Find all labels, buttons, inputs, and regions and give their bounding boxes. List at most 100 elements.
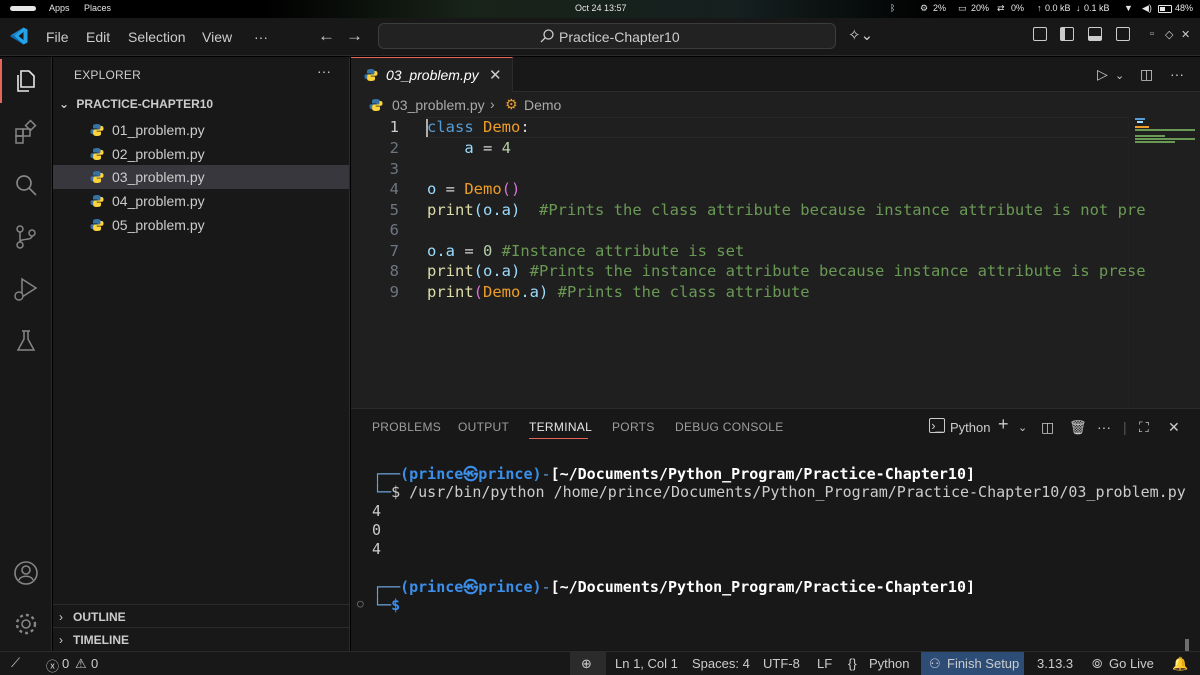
outline-section[interactable]: › OUTLINE <box>53 604 349 627</box>
tab-ports[interactable]: PORTS <box>612 420 655 434</box>
menu-view[interactable]: View <box>202 29 232 45</box>
warning-count[interactable]: 0 <box>91 656 98 671</box>
split-editor-icon[interactable]: ◫ <box>1140 66 1153 83</box>
cursor-position[interactable]: Ln 1, Col 1 <box>615 656 678 671</box>
python-version[interactable]: 3.13.3 <box>1037 656 1073 671</box>
tab-debug-console[interactable]: DEBUG CONSOLE <box>675 420 784 434</box>
tab-terminal[interactable]: TERMINAL <box>529 420 592 434</box>
close-window-icon[interactable]: ✕ <box>1181 28 1190 41</box>
minimap[interactable] <box>1128 116 1200 408</box>
error-count[interactable]: 0 <box>62 656 69 671</box>
folder-header[interactable]: ⌄ PRACTICE-CHAPTER10 <box>59 97 213 111</box>
argument: (o.a) <box>473 262 521 280</box>
chevron-right-icon: › <box>59 633 63 647</box>
customize-layout-icon[interactable] <box>1033 27 1047 41</box>
source-control-icon[interactable] <box>12 223 40 251</box>
tab-output[interactable]: OUTPUT <box>458 420 509 434</box>
editor-tab-active[interactable]: 03_problem.py ✕ <box>351 57 513 92</box>
explorer-more-button[interactable]: ··· <box>317 63 331 79</box>
places-menu[interactable]: Places <box>84 3 111 13</box>
file-item-02[interactable]: 02_problem.py <box>53 142 349 166</box>
file-name: 01_problem.py <box>112 122 205 138</box>
run-debug-icon[interactable] <box>12 275 40 303</box>
line-ending[interactable]: LF <box>817 656 832 671</box>
forward-arrow-icon[interactable]: → <box>346 26 363 46</box>
new-terminal-plus-icon[interactable]: + <box>998 414 1009 435</box>
breadcrumb-file[interactable]: 03_problem.py <box>392 97 485 113</box>
download-icon: ↓ <box>1076 3 1081 13</box>
python-file-icon <box>90 195 104 207</box>
trash-icon[interactable]: 🗑 <box>1069 419 1087 436</box>
file-item-01[interactable]: 01_problem.py <box>53 118 349 142</box>
chevron-down-icon[interactable]: ⌄ <box>1018 421 1027 434</box>
timeline-section[interactable]: › TIMELINE <box>53 627 349 650</box>
toggle-secondary-sidebar-icon[interactable] <box>1116 27 1130 41</box>
clock[interactable]: Oct 24 13:57 <box>575 3 627 13</box>
toggle-primary-sidebar-icon[interactable] <box>1060 27 1074 41</box>
prompt-separator: - <box>541 578 551 596</box>
menu-selection[interactable]: Selection <box>128 29 186 45</box>
class-symbol-icon: ⚙ <box>505 96 518 112</box>
line-number: 4 <box>389 180 399 198</box>
account-icon[interactable] <box>12 559 40 587</box>
line-number: 7 <box>389 242 399 260</box>
file-item-05[interactable]: 05_problem.py <box>53 213 349 237</box>
editor-more-button[interactable]: ··· <box>1170 66 1184 82</box>
zoom-indicator[interactable]: ⊕ <box>570 652 606 675</box>
run-python-file-icon[interactable]: ▷ <box>1097 66 1108 83</box>
copilot-icon[interactable]: ✧⌄ <box>848 26 873 44</box>
error-icon[interactable]: ⓧ <box>46 656 59 675</box>
file-item-04[interactable]: 04_problem.py <box>53 189 349 213</box>
terminal-input-line[interactable]: └─$ <box>373 596 400 614</box>
panel-more-button[interactable]: ··· <box>1097 419 1111 435</box>
code-editor[interactable]: 1 2 3 4 5 6 7 8 9 class Demo: a = 4 o = … <box>351 116 1200 408</box>
maximize-icon[interactable]: ◇ <box>1165 28 1173 41</box>
apps-menu[interactable]: Apps <box>49 3 70 13</box>
line-number: 5 <box>389 201 399 219</box>
terminal-output[interactable]: ┌──(prince㉿prince)-[~/Documents/Python_P… <box>351 461 1200 655</box>
battery-icon[interactable] <box>1158 5 1172 13</box>
cpu-icon: ⚙ <box>920 3 929 13</box>
menu-file[interactable]: File <box>46 29 69 45</box>
go-live-button[interactable]: Go Live <box>1109 656 1154 671</box>
class-name: Demo <box>483 118 521 136</box>
minimize-icon[interactable]: ▫ <box>1150 28 1154 40</box>
language-mode[interactable]: Python <box>869 656 909 671</box>
close-panel-icon[interactable]: ✕ <box>1168 419 1180 436</box>
close-tab-icon[interactable]: ✕ <box>489 66 502 84</box>
explorer-title: EXPLORER <box>74 68 141 82</box>
remote-indicator[interactable]: ⟋ <box>0 652 36 675</box>
toggle-panel-icon[interactable] <box>1088 27 1102 41</box>
encoding[interactable]: UTF-8 <box>763 656 800 671</box>
menu-edit[interactable]: Edit <box>86 29 110 45</box>
back-arrow-icon[interactable]: ← <box>318 26 335 46</box>
search-icon[interactable] <box>12 171 40 199</box>
wifi-icon[interactable]: ▼ <box>1124 3 1133 13</box>
volume-icon[interactable]: ◀) <box>1142 3 1152 14</box>
line-number: 9 <box>389 283 399 301</box>
split-terminal-icon[interactable]: ◫ <box>1041 419 1054 436</box>
terminal-name[interactable]: Python <box>950 420 990 435</box>
run-dropdown-icon[interactable]: ⌄ <box>1115 69 1124 82</box>
testing-flask-icon[interactable] <box>12 327 40 355</box>
settings-gear-icon[interactable] <box>12 610 40 638</box>
breadcrumb-symbol[interactable]: Demo <box>524 97 561 113</box>
class-name: Demo <box>483 283 521 301</box>
explorer-icon[interactable] <box>12 67 40 95</box>
warning-icon[interactable]: ⚠ <box>75 656 87 672</box>
file-item-03-selected[interactable]: 03_problem.py <box>53 165 349 189</box>
command-decoration-icon: ○ <box>357 597 364 610</box>
notifications-bell-icon[interactable]: 🔔 <box>1172 656 1188 672</box>
menu-more[interactable]: ··· <box>254 29 268 45</box>
indentation[interactable]: Spaces: 4 <box>692 656 750 671</box>
activities-indicator[interactable] <box>10 6 36 11</box>
extensions-icon[interactable] <box>12 119 40 147</box>
finish-setup-button[interactable]: ⚇ Finish Setup <box>921 652 1024 675</box>
remote-icon: ⟋ <box>11 655 21 670</box>
command-center-search[interactable]: Practice-Chapter10 <box>378 23 836 49</box>
maximize-panel-icon[interactable]: ⛶ <box>1139 419 1149 436</box>
bluetooth-icon[interactable]: ᛒ <box>890 3 895 13</box>
braces-icon: {} <box>848 656 857 671</box>
tab-problems[interactable]: PROBLEMS <box>372 420 441 434</box>
swap-usage: 0% <box>1011 3 1025 13</box>
